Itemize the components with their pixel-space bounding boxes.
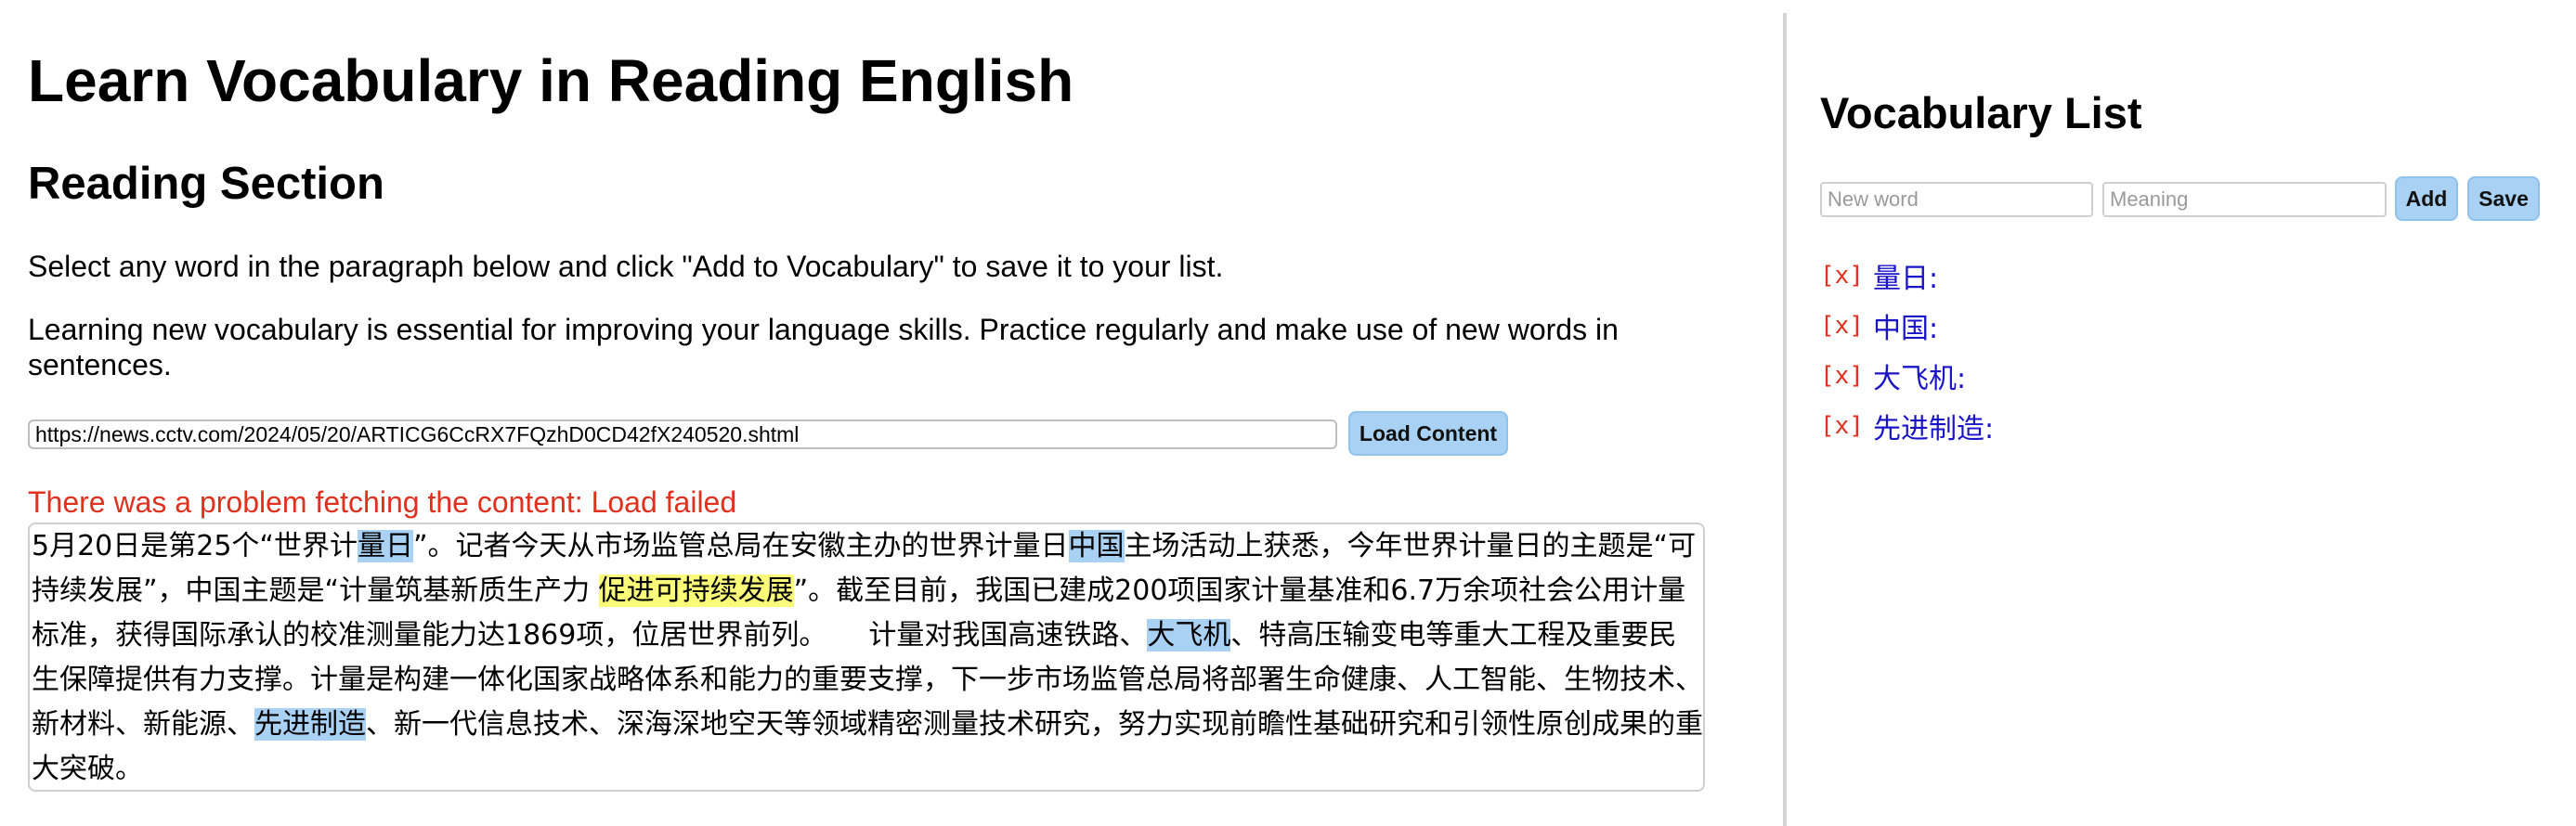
vocab-highlight[interactable]: 先进制造	[254, 708, 366, 741]
vocab-item: [x] 量日:	[1820, 251, 1994, 301]
vocab-item: [x] 大飞机:	[1820, 351, 1994, 401]
new-word-input[interactable]	[1820, 182, 2093, 217]
vocab-highlight[interactable]: 大飞机	[1147, 619, 1231, 652]
delete-button[interactable]: [x]	[1820, 412, 1864, 440]
article-segment: 5月20日是第25个“世界计	[32, 530, 358, 562]
vocab-highlight[interactable]: 量日	[357, 530, 413, 562]
delete-button[interactable]: [x]	[1820, 262, 1864, 290]
vocab-word[interactable]: 先进制造:	[1873, 406, 1994, 446]
delete-button[interactable]: [x]	[1820, 312, 1864, 340]
vocab-word[interactable]: 量日:	[1873, 255, 1938, 296]
vocab-word[interactable]: 中国:	[1873, 305, 1938, 346]
add-word-button[interactable]: Add	[2395, 176, 2458, 221]
reading-section-title: Reading Section	[28, 159, 384, 209]
error-message: There was a problem fetching the content…	[28, 485, 737, 519]
selected-text-highlight[interactable]: 促进可持续发展	[598, 574, 794, 607]
delete-button[interactable]: [x]	[1820, 362, 1864, 390]
vocabulary-sidebar: Vocabulary List Add Save [x] 量日: [x] 中国:…	[1787, 0, 2576, 826]
article-segment: ”。记者今天从市场监管总局在安徽主办的世界计量日	[412, 530, 1069, 562]
article-text[interactable]: 5月20日是第25个“世界计量日”。记者今天从市场监管总局在安徽主办的世界计量日…	[32, 524, 1703, 790]
app-title: Learn Vocabulary in Reading English	[28, 47, 1074, 114]
load-content-button[interactable]: Load Content	[1348, 411, 1508, 456]
url-input[interactable]	[28, 419, 1337, 449]
main-panel: Learn Vocabulary in Reading English Read…	[0, 0, 1783, 826]
vocabulary-list: [x] 量日: [x] 中国: [x] 大飞机: [x] 先进制造:	[1820, 251, 1994, 451]
vocabulary-list-title: Vocabulary List	[1820, 88, 2142, 137]
save-button[interactable]: Save	[2467, 176, 2540, 221]
vocab-highlight[interactable]: 中国	[1068, 530, 1125, 562]
tip-text: Learning new vocabulary is essential for…	[28, 313, 1619, 381]
instruction-text: Select any word in the paragraph below a…	[28, 250, 1224, 283]
article-content-box[interactable]: 5月20日是第25个“世界计量日”。记者今天从市场监管总局在安徽主办的世界计量日…	[28, 523, 1705, 792]
vocab-item: [x] 先进制造:	[1820, 401, 1994, 451]
vocab-item: [x] 中国:	[1820, 301, 1994, 351]
vocab-word[interactable]: 大飞机:	[1873, 355, 1966, 396]
meaning-input[interactable]	[2102, 182, 2387, 217]
